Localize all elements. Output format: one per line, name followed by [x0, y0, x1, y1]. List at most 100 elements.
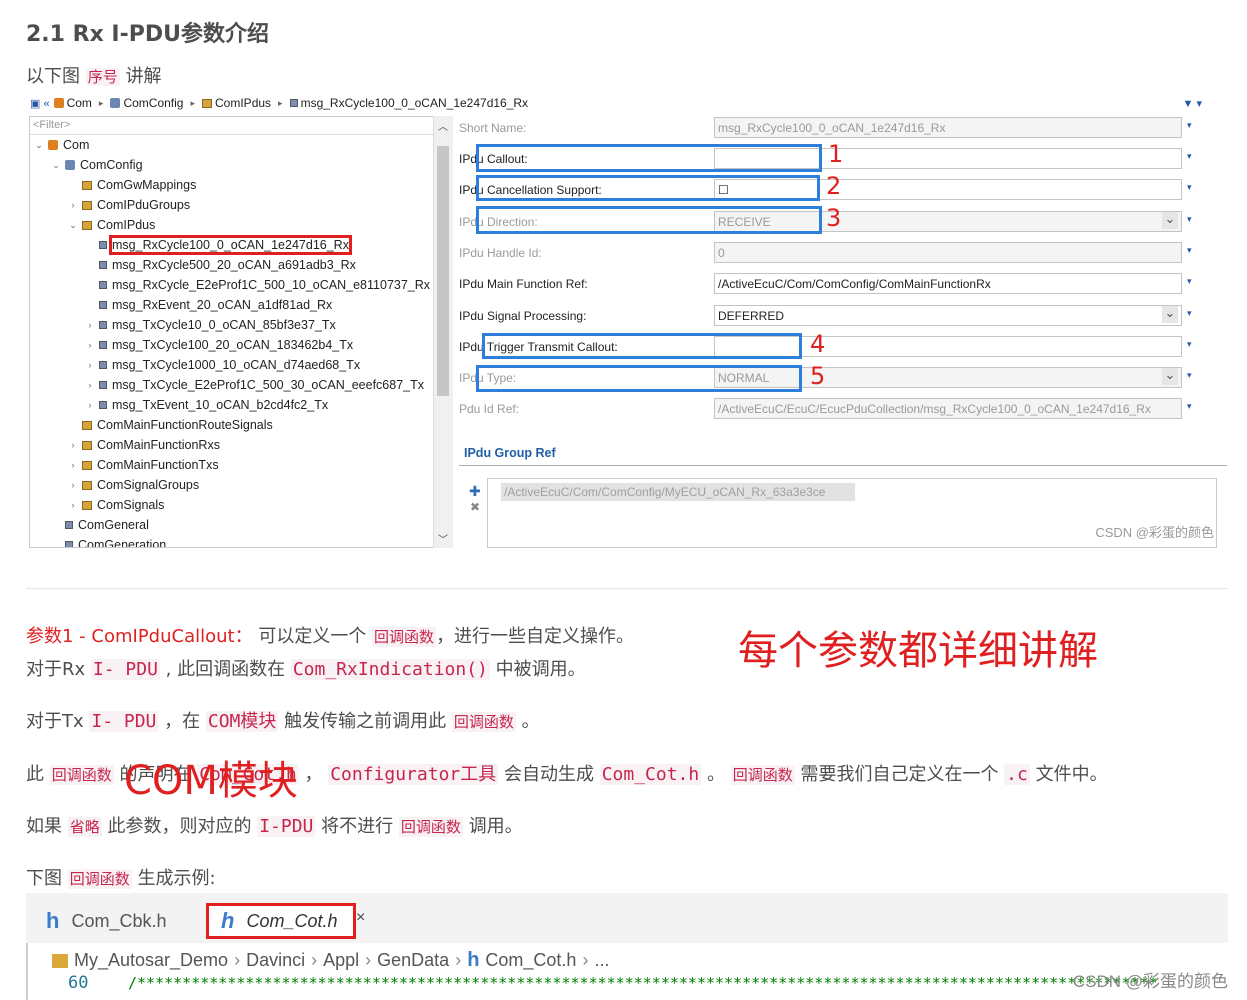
chevron-icon[interactable]: › [85, 400, 95, 410]
crumb-item[interactable]: GenData [377, 950, 449, 971]
highlight: 回调函数 [49, 765, 114, 785]
tree-scrollbar[interactable]: ︿ ﹀ [433, 116, 453, 548]
remove-icon[interactable]: ✖ [470, 500, 480, 514]
scroll-up-icon[interactable]: ︿ [438, 118, 448, 133]
tree-filter-input[interactable]: <Filter> [30, 117, 453, 135]
crumb-item[interactable]: Davinci [246, 950, 305, 971]
intro-text-post: 讲解 [119, 66, 162, 87]
tree-item[interactable]: ComGwMappings [30, 175, 453, 195]
add-icon[interactable]: ✚ [469, 483, 481, 500]
chevron-icon[interactable]: › [68, 460, 78, 470]
tree-item[interactable]: msg_RxCycle500_20_oCAN_a691adb3_Rx [30, 255, 453, 275]
tree-item[interactable]: ⌄ ComIPdus [30, 215, 453, 235]
filter-icon[interactable]: ▼ ▾ [1183, 97, 1202, 110]
tree-item[interactable]: › ComSignalGroups [30, 475, 453, 495]
dropdown-arrow-icon[interactable]: ▾ [1187, 214, 1192, 225]
chevron-right-icon: › [311, 950, 318, 970]
crumb-pdu[interactable]: msg_RxCycle100_0_oCAN_1e247d16_Rx [289, 96, 529, 110]
tree-item[interactable]: › ComMainFunctionRxs [30, 435, 453, 455]
text: 需要我们自己定义在一个 [794, 764, 1005, 785]
crumb-com[interactable]: Com [53, 96, 92, 110]
tree-item[interactable]: ComGeneration [30, 535, 453, 547]
property-field[interactable]: /ActiveEcuC/Com/ComConfig/ComMainFunctio… [714, 273, 1182, 294]
highlight-box-4 [482, 333, 802, 359]
tree-item[interactable]: › msg_TxEvent_10_oCAN_b2cd4fc2_Tx [30, 395, 453, 415]
chevron-icon[interactable]: › [68, 500, 78, 510]
crumb-label: msg_RxCycle100_0_oCAN_1e247d16_Rx [300, 96, 529, 110]
crumb-item[interactable]: Com_Cot.h [485, 950, 576, 971]
tree-item-selected[interactable]: msg_RxCycle100_0_oCAN_1e247d16_Rx [30, 235, 453, 255]
dropdown-arrow-icon[interactable]: ▾ [1187, 339, 1192, 350]
crumb-item[interactable]: My_Autosar_Demo [74, 950, 228, 971]
chevron-icon[interactable]: ⌄ [68, 220, 78, 231]
dropdown-arrow-icon[interactable]: ▾ [1187, 245, 1192, 256]
tree-item[interactable]: ComMainFunctionRouteSignals [30, 415, 453, 435]
property-combo[interactable]: DEFERRED [714, 305, 1182, 326]
tab-com-cot[interactable]: h Com_Cot.h [206, 903, 356, 939]
chevron-icon[interactable]: ⌄ [51, 160, 61, 171]
paragraph-3: 对于Tx I- PDU ，在 COM模块 触发传输之前调用此 回调函数 。 [26, 707, 540, 733]
intro-line: 以下图 序号 讲解 [26, 62, 161, 88]
tab-com-cbk[interactable]: h Com_Cbk.h [34, 903, 179, 939]
tree-item-label: msg_TxCycle1000_10_oCAN_d74aed68_Tx [112, 358, 361, 372]
crumb-comipdus[interactable]: ComIPdus [202, 96, 271, 110]
code-line[interactable]: 60 /************************************… [26, 971, 1228, 1000]
tree-item[interactable]: msg_RxEvent_20_oCAN_a1df81ad_Rx [30, 295, 453, 315]
text: 文件中。 [1029, 764, 1108, 785]
dropdown-arrow-icon[interactable]: ▾ [1187, 151, 1192, 162]
annotation-com-module: COM模块 [124, 758, 298, 804]
outline-icon[interactable]: ▣ « [30, 97, 50, 110]
watermark: CSDN @彩蛋的颜色 [1095, 525, 1214, 540]
pdu-icon [65, 541, 73, 547]
tree-item[interactable]: › ComSignals [30, 495, 453, 515]
chevron-icon[interactable]: › [85, 320, 95, 330]
pdu-icon [99, 401, 107, 409]
tree-item[interactable]: ⌄ Com [30, 135, 453, 155]
dropdown-arrow-icon[interactable]: ▾ [1187, 276, 1192, 287]
editor-tabs: h Com_Cbk.h h Com_Cot.h × [26, 893, 1228, 943]
container-icon [202, 98, 213, 108]
property-label: Pdu Id Ref: [459, 402, 520, 416]
dropdown-arrow-icon[interactable]: ▾ [1187, 308, 1192, 319]
chevron-icon[interactable]: › [85, 360, 95, 370]
scroll-thumb[interactable] [437, 146, 449, 396]
crumb-comconfig[interactable]: ComConfig [110, 96, 183, 110]
chevron-icon[interactable]: › [68, 200, 78, 210]
chevron-icon[interactable]: › [85, 340, 95, 350]
dropdown-arrow-icon[interactable]: ▾ [1187, 120, 1192, 131]
tree-item-label: msg_RxCycle500_20_oCAN_a691adb3_Rx [112, 258, 356, 272]
container-icon [82, 460, 92, 470]
property-row: IPdu Signal Processing: DEFERRED ▾ [456, 304, 1228, 328]
dropdown-arrow-icon[interactable]: ▾ [1187, 182, 1192, 193]
property-field: /ActiveEcuC/EcuC/EcucPduCollection/msg_R… [714, 398, 1182, 419]
dropdown-arrow-icon[interactable]: ▾ [1187, 401, 1192, 412]
tree-item[interactable]: ⌄ ComConfig [30, 155, 453, 175]
tree-item[interactable]: › msg_TxCycle_E2eProf1C_500_30_oCAN_eeefc… [30, 375, 453, 395]
pdu-icon [99, 381, 107, 389]
crumb-item[interactable]: ... [594, 950, 609, 971]
ipdu-group-ref-list: /ActiveEcuC/Com/ComConfig/MyECU_oCAN_Rx_… [487, 478, 1217, 548]
tree-item[interactable]: › ComIPduGroups [30, 195, 453, 215]
chevron-icon[interactable]: › [68, 480, 78, 490]
code: Com_RxIndication() [290, 659, 490, 680]
section-heading: 2.1 Rx I-PDU参数介绍 [26, 22, 269, 47]
tree-item[interactable]: msg_RxCycle_E2eProf1C_500_10_oCAN_e81107… [30, 275, 453, 295]
tree-item[interactable]: › msg_TxCycle10_0_oCAN_85bf3e37_Tx [30, 315, 453, 335]
scroll-down-icon[interactable]: ﹀ [438, 531, 448, 546]
tree-item[interactable]: › ComMainFunctionTxs [30, 455, 453, 475]
highlight: 回调函数 [398, 817, 463, 837]
tree-item-label: Com [63, 138, 90, 152]
chevron-icon[interactable]: ⌄ [34, 140, 44, 151]
tree-item[interactable]: › msg_TxCycle100_20_oCAN_183462b4_Tx [30, 335, 453, 355]
tree-item[interactable]: › msg_TxCycle1000_10_oCAN_d74aed68_Tx [30, 355, 453, 375]
code: I- PDU [90, 659, 160, 680]
chevron-icon[interactable]: › [85, 380, 95, 390]
close-icon[interactable]: × [356, 909, 365, 927]
properties-panel: Short Name: msg_RxCycle100_0_oCAN_1e247d1… [456, 116, 1228, 548]
tree-item-label: ComSignalGroups [97, 478, 200, 492]
chevron-icon[interactable]: › [68, 440, 78, 450]
dropdown-arrow-icon[interactable]: ▾ [1187, 370, 1192, 381]
list-item[interactable]: /ActiveEcuC/Com/ComConfig/MyECU_oCAN_Rx_… [501, 483, 855, 501]
tree-item[interactable]: ComGeneral [30, 515, 453, 535]
crumb-item[interactable]: Appl [323, 950, 359, 971]
